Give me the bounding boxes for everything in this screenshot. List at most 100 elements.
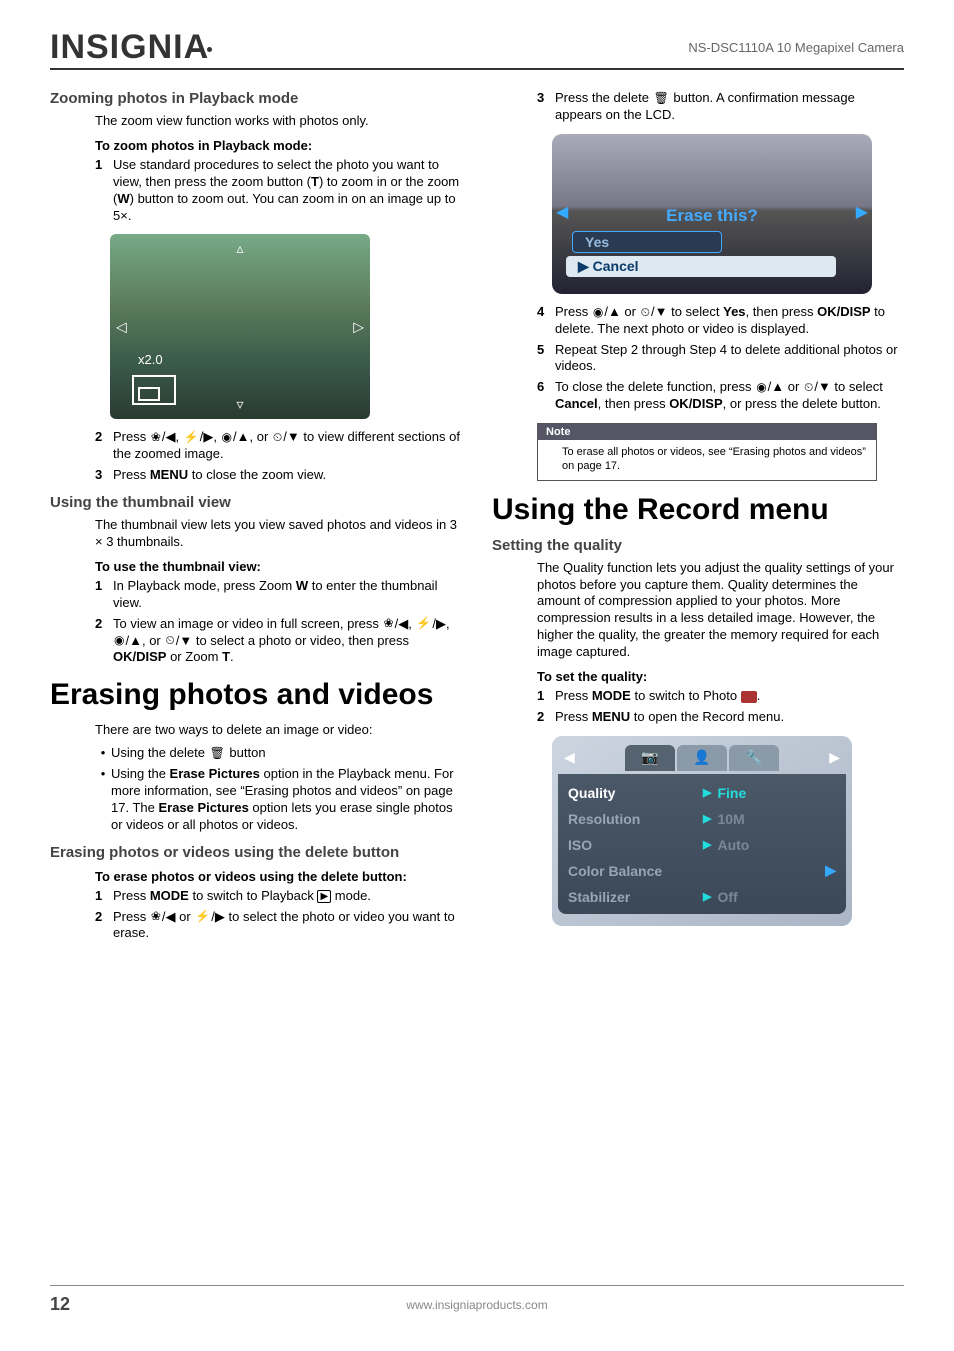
step-text: Press ❀/◀ or ⚡/▶ to select the photo or …: [113, 909, 462, 943]
step-text: To close the delete function, press ◉/▲ …: [555, 379, 904, 413]
menu-row: Stabilizer▶Off: [568, 884, 836, 910]
right-column: 3 Press the delete 🗑 button. A confirmat…: [492, 90, 904, 1281]
step-text: Press MENU to close the zoom view.: [113, 467, 462, 484]
tab-tools: 🔧: [729, 745, 779, 771]
heading-erasing: Erasing photos and videos: [50, 678, 462, 712]
timer-icon: ⏲: [272, 430, 283, 446]
step-number: 2: [537, 709, 555, 726]
step-number: 1: [537, 688, 555, 705]
menu-row-value: 10M: [717, 811, 744, 827]
caret-right-icon: ▶: [703, 890, 717, 903]
step-number: 6: [537, 379, 555, 413]
step-number: 2: [95, 429, 113, 463]
macro-icon: ❀: [383, 616, 395, 632]
menu-row: Resolution▶10M: [568, 806, 836, 832]
caret-right-icon: ▶: [703, 838, 717, 851]
photo-mode-icon: [741, 691, 757, 703]
portrait-icon: 👤: [693, 749, 710, 766]
lead-zoom-procedure: To zoom photos in Playback mode:: [95, 138, 462, 153]
scene-icon: ◉: [592, 305, 604, 321]
timer-icon: ⏲: [803, 380, 814, 396]
flash-icon: ⚡: [194, 909, 211, 925]
heading-setting-quality: Setting the quality: [492, 537, 904, 554]
text-thumb-intro: The thumbnail view lets you view saved p…: [95, 517, 462, 551]
zoom-level-label: x2.0: [138, 352, 163, 367]
tab-portrait: 👤: [677, 745, 727, 771]
heading-thumbnail-view: Using the thumbnail view: [50, 494, 462, 511]
macro-icon: ❀: [150, 430, 162, 446]
menu-row-label: ISO: [568, 837, 703, 853]
figure-record-menu: ◀ 📷 👤 🔧 ▶ Quality▶FineResolution▶10MISO▶…: [552, 736, 852, 926]
erase-prompt-text: Erase this?: [552, 206, 872, 226]
timer-icon: ⏲: [164, 633, 175, 649]
timer-icon: ⏲: [640, 305, 651, 321]
step-number: 2: [95, 909, 113, 943]
lead-thumbnail-procedure: To use the thumbnail view:: [95, 559, 462, 574]
bullet-dot: •: [95, 766, 111, 834]
step-number: 1: [95, 888, 113, 905]
scene-icon: ◉: [221, 430, 233, 446]
lead-set-quality: To set the quality:: [537, 669, 904, 684]
brand-logo: INSIGNIA: [50, 28, 212, 67]
option-yes: Yes: [572, 231, 722, 253]
menu-row-value: Fine: [717, 785, 746, 801]
option-cancel: ▶ Cancel: [566, 256, 836, 277]
menu-row-value: Off: [717, 889, 737, 905]
step-text: Repeat Step 2 through Step 4 to delete a…: [555, 342, 904, 376]
trash-icon: 🗑: [209, 746, 226, 762]
scene-icon: ◉: [113, 633, 125, 649]
macro-icon: ❀: [150, 909, 162, 925]
tab-prev-icon: ◀: [564, 749, 575, 766]
menu-row: ISO▶Auto: [568, 832, 836, 858]
menu-row-label: Stabilizer: [568, 889, 703, 905]
note-header: Note: [538, 424, 876, 440]
flash-icon: ⚡: [415, 616, 432, 632]
product-name: NS-DSC1110A 10 Megapixel Camera: [688, 40, 904, 55]
step-text: Press the delete 🗑 button. A confirmatio…: [555, 90, 904, 124]
step-number: 1: [95, 578, 113, 612]
step-text: Press ◉/▲ or ⏲/▼ to select Yes, then pre…: [555, 304, 904, 338]
note-body: To erase all photos or videos, see “Eras…: [538, 440, 876, 480]
caret-right-icon: ▶: [703, 786, 717, 799]
playback-mode-icon: ▶: [317, 890, 331, 903]
step-text: Use standard procedures to select the ph…: [113, 157, 462, 225]
step-text: Press MODE to switch to Playback ▶ mode.: [113, 888, 462, 905]
menu-row-label: Resolution: [568, 811, 703, 827]
step-text: Press MODE to switch to Photo .: [555, 688, 904, 705]
heading-erase-button: Erasing photos or videos using the delet…: [50, 844, 462, 861]
arrow-left-icon: ◁: [116, 318, 127, 335]
step-text: Press MENU to open the Record menu.: [555, 709, 904, 726]
lead-erase-button: To erase photos or videos using the dele…: [95, 869, 462, 884]
arrow-right-icon: ▷: [353, 318, 364, 335]
note-box: Note To erase all photos or videos, see …: [537, 423, 877, 481]
flash-icon: ⚡: [183, 430, 200, 446]
tab-camera: 📷: [625, 745, 675, 771]
step-number: 4: [537, 304, 555, 338]
menu-row-label: Quality: [568, 785, 703, 801]
text-zoom-intro: The zoom view function works with photos…: [95, 113, 462, 130]
heading-record-menu: Using the Record menu: [492, 493, 904, 527]
step-number: 1: [95, 157, 113, 225]
text-quality-intro: The Quality function lets you adjust the…: [537, 560, 904, 661]
figure-zoomed-playback: ▵ ◁ ▷ ▿ x2.0: [110, 234, 370, 419]
submenu-arrow-icon: ▶: [825, 862, 836, 879]
menu-row: Quality▶Fine: [568, 780, 836, 806]
bullet-text: Using the Erase Pictures option in the P…: [111, 766, 462, 834]
menu-row-value: Auto: [717, 837, 749, 853]
bullet-dot: •: [95, 745, 111, 762]
step-text: To view an image or video in full screen…: [113, 616, 462, 667]
menu-row-label: Color Balance: [568, 863, 703, 879]
arrow-down-icon: ▿: [236, 396, 243, 413]
figure-erase-prompt: ◀ ▶ Erase this? Yes ▶ Cancel: [552, 134, 872, 294]
footer-url: www.insigniaproducts.com: [50, 1298, 904, 1312]
caret-right-icon: ▶: [703, 812, 717, 825]
step-text: Press ❀/◀, ⚡/▶, ◉/▲, or ⏲/▼ to view diff…: [113, 429, 462, 463]
trash-icon: 🗑: [653, 91, 670, 107]
scene-icon: ◉: [755, 380, 767, 396]
step-number: 2: [95, 616, 113, 667]
header-divider: [50, 68, 904, 70]
tools-icon: 🔧: [745, 749, 762, 766]
step-number: 3: [537, 90, 555, 124]
step-text: In Playback mode, press Zoom W to enter …: [113, 578, 462, 612]
heading-zoom-playback: Zooming photos in Playback mode: [50, 90, 462, 107]
